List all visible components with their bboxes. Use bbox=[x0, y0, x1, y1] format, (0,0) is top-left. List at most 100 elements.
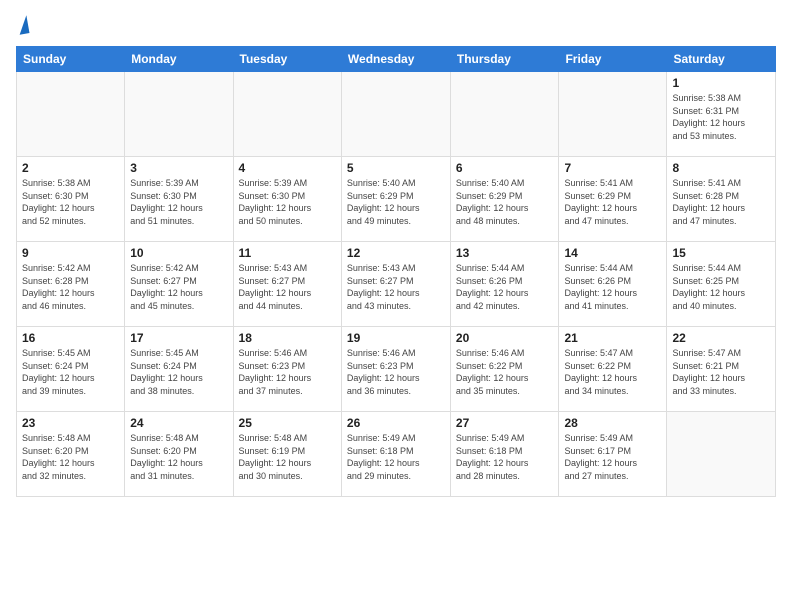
day-number: 25 bbox=[239, 416, 336, 430]
calendar-cell: 6 Sunrise: 5:40 AM Sunset: 6:29 PM Daylig… bbox=[450, 157, 559, 242]
day-number: 27 bbox=[456, 416, 554, 430]
day-number: 18 bbox=[239, 331, 336, 345]
day-info: Sunrise: 5:38 AM Sunset: 6:30 PM Dayligh… bbox=[22, 177, 119, 227]
day-info: Sunrise: 5:49 AM Sunset: 6:18 PM Dayligh… bbox=[347, 432, 445, 482]
day-info: Sunrise: 5:46 AM Sunset: 6:23 PM Dayligh… bbox=[239, 347, 336, 397]
day-info: Sunrise: 5:42 AM Sunset: 6:28 PM Dayligh… bbox=[22, 262, 119, 312]
calendar-cell: 22 Sunrise: 5:47 AM Sunset: 6:21 PM Dayli… bbox=[667, 327, 776, 412]
day-number: 21 bbox=[564, 331, 661, 345]
calendar-cell: 25 Sunrise: 5:48 AM Sunset: 6:19 PM Dayli… bbox=[233, 412, 341, 497]
day-info: Sunrise: 5:48 AM Sunset: 6:20 PM Dayligh… bbox=[22, 432, 119, 482]
calendar-cell: 17 Sunrise: 5:45 AM Sunset: 6:24 PM Dayli… bbox=[125, 327, 233, 412]
day-info: Sunrise: 5:41 AM Sunset: 6:29 PM Dayligh… bbox=[564, 177, 661, 227]
day-number: 11 bbox=[239, 246, 336, 260]
column-header-tuesday: Tuesday bbox=[233, 47, 341, 72]
column-header-thursday: Thursday bbox=[450, 47, 559, 72]
calendar-cell: 8 Sunrise: 5:41 AM Sunset: 6:28 PM Daylig… bbox=[667, 157, 776, 242]
day-number: 2 bbox=[22, 161, 119, 175]
day-number: 19 bbox=[347, 331, 445, 345]
calendar-cell: 18 Sunrise: 5:46 AM Sunset: 6:23 PM Dayli… bbox=[233, 327, 341, 412]
calendar-cell: 10 Sunrise: 5:42 AM Sunset: 6:27 PM Dayli… bbox=[125, 242, 233, 327]
calendar-cell: 9 Sunrise: 5:42 AM Sunset: 6:28 PM Daylig… bbox=[17, 242, 125, 327]
week-row-5: 23 Sunrise: 5:48 AM Sunset: 6:20 PM Dayli… bbox=[17, 412, 776, 497]
column-header-friday: Friday bbox=[559, 47, 667, 72]
page-header bbox=[16, 16, 776, 34]
day-number: 23 bbox=[22, 416, 119, 430]
logo-icon bbox=[17, 15, 30, 34]
day-info: Sunrise: 5:49 AM Sunset: 6:17 PM Dayligh… bbox=[564, 432, 661, 482]
day-number: 4 bbox=[239, 161, 336, 175]
calendar-table: SundayMondayTuesdayWednesdayThursdayFrid… bbox=[16, 46, 776, 497]
calendar-cell: 2 Sunrise: 5:38 AM Sunset: 6:30 PM Daylig… bbox=[17, 157, 125, 242]
calendar-cell bbox=[125, 72, 233, 157]
day-number: 13 bbox=[456, 246, 554, 260]
calendar-cell: 19 Sunrise: 5:46 AM Sunset: 6:23 PM Dayli… bbox=[341, 327, 450, 412]
day-info: Sunrise: 5:40 AM Sunset: 6:29 PM Dayligh… bbox=[456, 177, 554, 227]
day-number: 20 bbox=[456, 331, 554, 345]
column-header-saturday: Saturday bbox=[667, 47, 776, 72]
day-number: 12 bbox=[347, 246, 445, 260]
calendar-cell: 26 Sunrise: 5:49 AM Sunset: 6:18 PM Dayli… bbox=[341, 412, 450, 497]
day-info: Sunrise: 5:48 AM Sunset: 6:19 PM Dayligh… bbox=[239, 432, 336, 482]
day-number: 17 bbox=[130, 331, 227, 345]
day-info: Sunrise: 5:41 AM Sunset: 6:28 PM Dayligh… bbox=[672, 177, 770, 227]
calendar-cell: 7 Sunrise: 5:41 AM Sunset: 6:29 PM Daylig… bbox=[559, 157, 667, 242]
calendar-cell: 11 Sunrise: 5:43 AM Sunset: 6:27 PM Dayli… bbox=[233, 242, 341, 327]
day-info: Sunrise: 5:44 AM Sunset: 6:26 PM Dayligh… bbox=[456, 262, 554, 312]
day-info: Sunrise: 5:43 AM Sunset: 6:27 PM Dayligh… bbox=[347, 262, 445, 312]
day-number: 8 bbox=[672, 161, 770, 175]
day-info: Sunrise: 5:48 AM Sunset: 6:20 PM Dayligh… bbox=[130, 432, 227, 482]
calendar-cell bbox=[341, 72, 450, 157]
calendar-cell: 14 Sunrise: 5:44 AM Sunset: 6:26 PM Dayli… bbox=[559, 242, 667, 327]
day-info: Sunrise: 5:39 AM Sunset: 6:30 PM Dayligh… bbox=[130, 177, 227, 227]
day-number: 5 bbox=[347, 161, 445, 175]
calendar-cell bbox=[233, 72, 341, 157]
day-info: Sunrise: 5:42 AM Sunset: 6:27 PM Dayligh… bbox=[130, 262, 227, 312]
calendar-cell: 27 Sunrise: 5:49 AM Sunset: 6:18 PM Dayli… bbox=[450, 412, 559, 497]
day-info: Sunrise: 5:46 AM Sunset: 6:23 PM Dayligh… bbox=[347, 347, 445, 397]
calendar-cell: 5 Sunrise: 5:40 AM Sunset: 6:29 PM Daylig… bbox=[341, 157, 450, 242]
calendar-cell: 24 Sunrise: 5:48 AM Sunset: 6:20 PM Dayli… bbox=[125, 412, 233, 497]
calendar-cell: 20 Sunrise: 5:46 AM Sunset: 6:22 PM Dayli… bbox=[450, 327, 559, 412]
day-number: 26 bbox=[347, 416, 445, 430]
day-info: Sunrise: 5:38 AM Sunset: 6:31 PM Dayligh… bbox=[672, 92, 770, 142]
calendar-cell: 21 Sunrise: 5:47 AM Sunset: 6:22 PM Dayli… bbox=[559, 327, 667, 412]
week-row-4: 16Sunrise: 5:45 AM Sunset: 6:24 PM Dayli… bbox=[17, 327, 776, 412]
calendar-cell bbox=[559, 72, 667, 157]
calendar-cell bbox=[450, 72, 559, 157]
day-info: Sunrise: 5:43 AM Sunset: 6:27 PM Dayligh… bbox=[239, 262, 336, 312]
day-number: 10 bbox=[130, 246, 227, 260]
day-info: Sunrise: 5:45 AM Sunset: 6:24 PM Dayligh… bbox=[130, 347, 227, 397]
day-number: 9 bbox=[22, 246, 119, 260]
logo bbox=[16, 16, 28, 34]
day-number: 7 bbox=[564, 161, 661, 175]
day-info: Sunrise: 5:39 AM Sunset: 6:30 PM Dayligh… bbox=[239, 177, 336, 227]
calendar-header-row: SundayMondayTuesdayWednesdayThursdayFrid… bbox=[17, 47, 776, 72]
day-info: Sunrise: 5:49 AM Sunset: 6:18 PM Dayligh… bbox=[456, 432, 554, 482]
day-info: Sunrise: 5:47 AM Sunset: 6:21 PM Dayligh… bbox=[672, 347, 770, 397]
day-number: 24 bbox=[130, 416, 227, 430]
day-info: Sunrise: 5:44 AM Sunset: 6:26 PM Dayligh… bbox=[564, 262, 661, 312]
day-number: 6 bbox=[456, 161, 554, 175]
day-info: Sunrise: 5:46 AM Sunset: 6:22 PM Dayligh… bbox=[456, 347, 554, 397]
calendar-cell: 15Sunrise: 5:44 AM Sunset: 6:25 PM Dayli… bbox=[667, 242, 776, 327]
calendar-cell: 16Sunrise: 5:45 AM Sunset: 6:24 PM Dayli… bbox=[17, 327, 125, 412]
day-number: 3 bbox=[130, 161, 227, 175]
day-info: Sunrise: 5:44 AM Sunset: 6:25 PM Dayligh… bbox=[672, 262, 770, 312]
calendar-cell: 1Sunrise: 5:38 AM Sunset: 6:31 PM Daylig… bbox=[667, 72, 776, 157]
day-number: 22 bbox=[672, 331, 770, 345]
day-info: Sunrise: 5:40 AM Sunset: 6:29 PM Dayligh… bbox=[347, 177, 445, 227]
calendar-cell: 12 Sunrise: 5:43 AM Sunset: 6:27 PM Dayli… bbox=[341, 242, 450, 327]
day-info: Sunrise: 5:47 AM Sunset: 6:22 PM Dayligh… bbox=[564, 347, 661, 397]
week-row-3: 9 Sunrise: 5:42 AM Sunset: 6:28 PM Daylig… bbox=[17, 242, 776, 327]
calendar-cell: 23 Sunrise: 5:48 AM Sunset: 6:20 PM Dayli… bbox=[17, 412, 125, 497]
calendar-cell: 4 Sunrise: 5:39 AM Sunset: 6:30 PM Daylig… bbox=[233, 157, 341, 242]
calendar-cell: 13 Sunrise: 5:44 AM Sunset: 6:26 PM Dayli… bbox=[450, 242, 559, 327]
calendar-cell bbox=[17, 72, 125, 157]
day-number: 14 bbox=[564, 246, 661, 260]
calendar-cell: 3 Sunrise: 5:39 AM Sunset: 6:30 PM Daylig… bbox=[125, 157, 233, 242]
week-row-1: 1Sunrise: 5:38 AM Sunset: 6:31 PM Daylig… bbox=[17, 72, 776, 157]
column-header-wednesday: Wednesday bbox=[341, 47, 450, 72]
calendar-cell bbox=[667, 412, 776, 497]
column-header-monday: Monday bbox=[125, 47, 233, 72]
